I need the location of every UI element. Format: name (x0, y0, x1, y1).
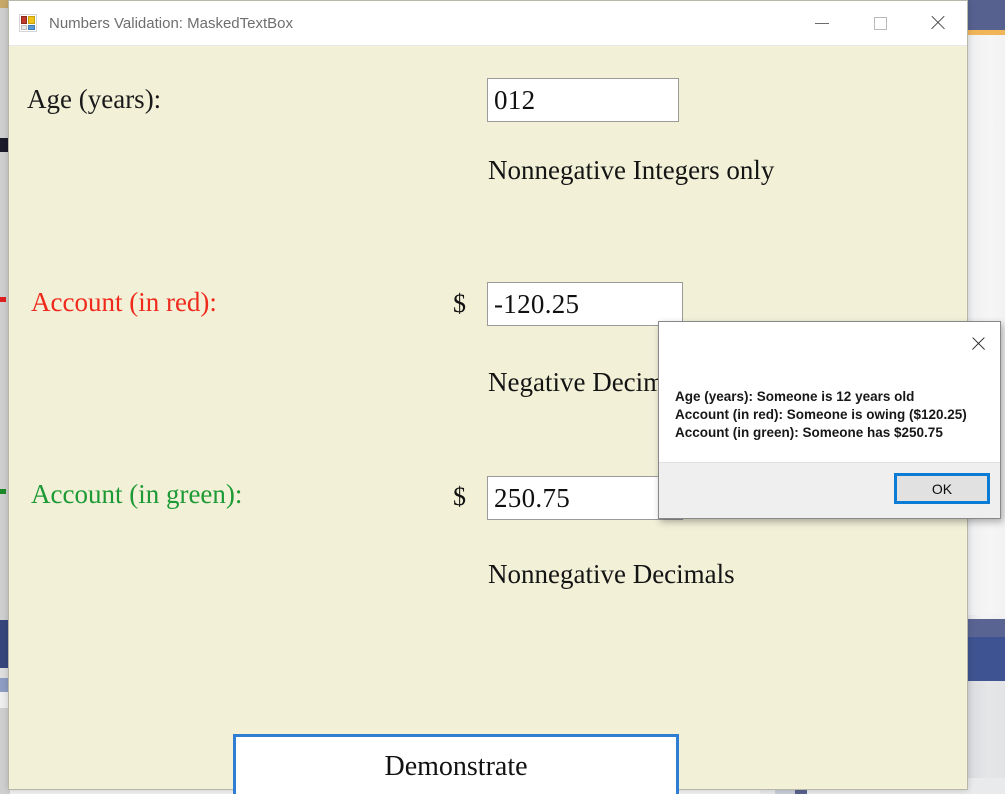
background-presentation-accent-bar (967, 30, 1005, 35)
maximize-button[interactable] (851, 1, 909, 46)
window-title-bar: Numbers Validation: MaskedTextBox (9, 1, 967, 46)
background-left-red-mark (0, 297, 6, 302)
demonstrate-button[interactable]: Demonstrate (233, 734, 679, 794)
age-hint: Nonnegative Integers only (488, 155, 775, 185)
account-red-label: Account (in red): (31, 287, 217, 317)
dialog-close-button[interactable] (958, 326, 998, 360)
background-slide-body (967, 637, 1005, 681)
dialog-message-text: Age (years): Someone is 12 years old Acc… (675, 389, 967, 440)
background-presentation-titlebar (967, 0, 1005, 30)
result-message-dialog: Age (years): Someone is 12 years old Acc… (658, 321, 1001, 519)
age-label: Age (years): (27, 84, 162, 114)
account-green-label: Account (in green): (31, 479, 243, 509)
app-icon-red-square (21, 16, 27, 24)
account-green-input[interactable]: 250.75 (487, 476, 683, 520)
background-left-green-mark (0, 489, 6, 494)
account-green-currency-symbol: $ (453, 482, 466, 511)
window-controls (793, 1, 967, 46)
dialog-close-icon (970, 335, 987, 352)
close-icon (929, 14, 947, 32)
account-green-hint: Nonnegative Decimals (488, 559, 735, 589)
minimize-button[interactable] (793, 1, 851, 46)
close-button[interactable] (909, 1, 967, 46)
dialog-footer: OK (659, 462, 1000, 518)
app-icon-blue-square (28, 25, 35, 30)
app-icon-yellow-square (28, 16, 35, 24)
winforms-app-icon (19, 14, 37, 32)
account-red-currency-symbol: $ (453, 289, 466, 318)
background-left-dark-mark (0, 138, 8, 152)
maximize-icon (873, 16, 887, 30)
window-title: Numbers Validation: MaskedTextBox (49, 14, 293, 32)
dialog-ok-button[interactable]: OK (894, 473, 990, 504)
age-input[interactable]: 012 (487, 78, 679, 122)
background-slide-header (967, 619, 1005, 637)
minimize-icon (815, 22, 829, 24)
screen: Numbers Validation: MaskedTextBox Age (y… (0, 0, 1005, 794)
account-red-input[interactable]: -120.25 (487, 282, 683, 326)
app-icon-gray-square (21, 25, 27, 30)
